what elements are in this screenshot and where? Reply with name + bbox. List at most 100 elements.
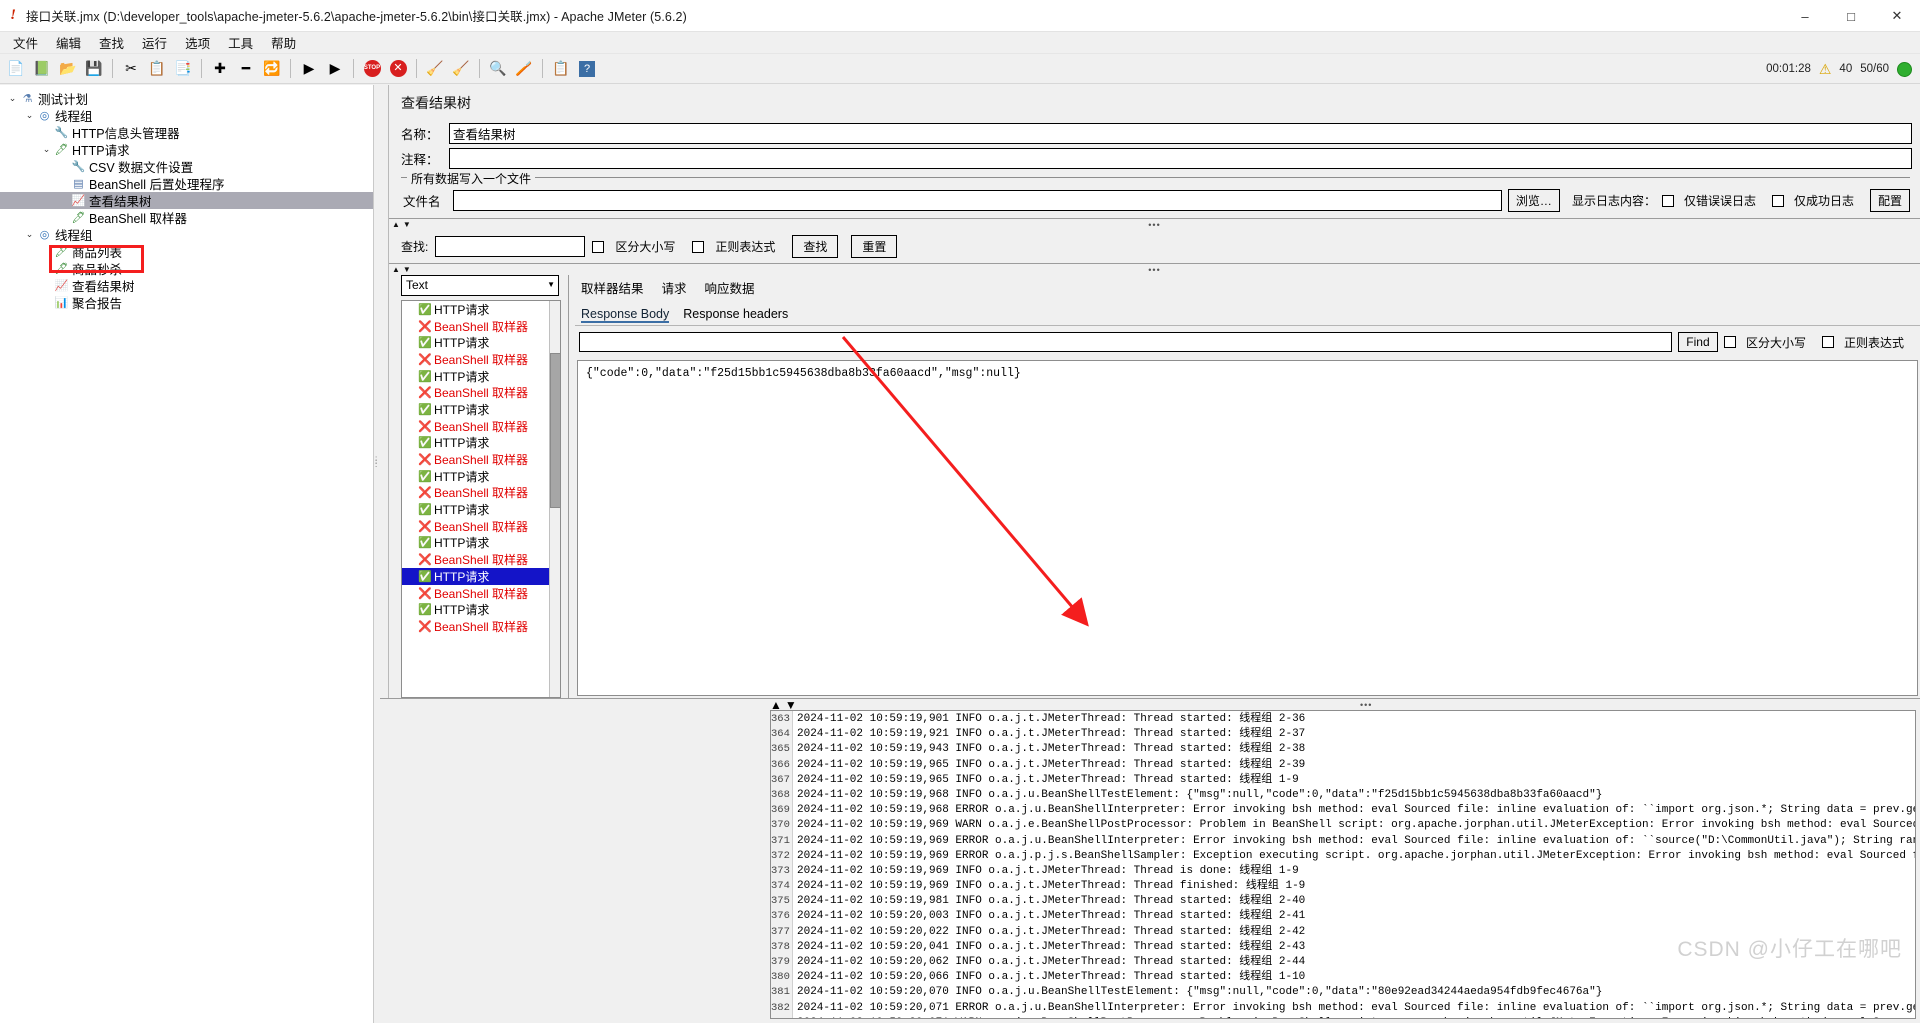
tree-node-2[interactable]: 🔧 HTTP信息头管理器 <box>0 124 373 141</box>
templates-icon[interactable]: 📗 <box>30 57 54 81</box>
sampler-row[interactable]: ❌ BeanShell 取样器 <box>402 451 560 468</box>
response-sub-tabs[interactable]: Response Body Response headers <box>575 301 1920 326</box>
log-output[interactable]: 363 364 365 366 367 368 369 370 371 372 373 374 375 3… <box>770 710 1916 1019</box>
tree-twisty-icon[interactable]: ⌄ <box>23 229 36 240</box>
tree-twisty-icon[interactable]: ⌄ <box>6 93 19 104</box>
search-reset-button[interactable]: 重置 <box>851 235 898 258</box>
sampler-row[interactable]: ❌ BeanShell 取样器 <box>402 585 560 602</box>
sampler-results-list[interactable]: ✅ HTTP请求 ❌ BeanShell 取样器 ✅ HTTP请求 ❌ BeanShell 取… <box>401 300 561 698</box>
function-helper-icon[interactable]: 📋 <box>549 57 573 81</box>
tree-node-11[interactable]: 📈 查看结果树 <box>0 277 373 294</box>
help-icon[interactable]: ? <box>575 57 599 81</box>
tree-node-4[interactable]: 🔧 CSV 数据文件设置 <box>0 158 373 175</box>
success-only-checkbox[interactable] <box>1771 194 1784 207</box>
configure-button[interactable]: 配置 <box>1869 189 1910 212</box>
search-case-checkbox[interactable] <box>592 240 605 253</box>
menu-item-3[interactable]: 运行 <box>133 31 176 54</box>
tree-node-9[interactable]: 🖊 商品列表 <box>0 243 373 260</box>
renderer-select-wrap[interactable]: Text ▼ <box>401 275 559 296</box>
tree-node-3[interactable]: ⌄ 🖊 HTTP请求 <box>0 141 373 158</box>
sampler-row[interactable]: ❌ BeanShell 取样器 <box>402 618 560 635</box>
name-input[interactable] <box>449 123 1912 144</box>
response-body-text[interactable]: {"code":0,"data":"f25d15bb1c5945638dba8b… <box>577 360 1918 696</box>
sampler-row[interactable]: ❌ BeanShell 取样器 <box>402 518 560 535</box>
tree-node-6[interactable]: 📈 查看结果树 <box>0 192 373 209</box>
shutdown-icon[interactable]: ✕ <box>386 57 410 81</box>
open-icon[interactable]: 📂 <box>56 57 80 81</box>
sampler-row[interactable]: ❌ BeanShell 取样器 <box>402 351 560 368</box>
filename-input[interactable] <box>453 190 1502 211</box>
save-icon[interactable]: 💾 <box>82 57 106 81</box>
maximize-button[interactable]: □ <box>1828 0 1874 32</box>
toggle-icon[interactable]: 🔁 <box>260 57 284 81</box>
tree-node-12[interactable]: 📊 聚合报告 <box>0 294 373 311</box>
drag-dots[interactable]: ••• <box>1148 220 1160 230</box>
menu-item-4[interactable]: 选项 <box>176 31 219 54</box>
menu-item-1[interactable]: 编辑 <box>47 31 90 54</box>
tree-node-10[interactable]: 🖊 商品秒杀 <box>0 260 373 277</box>
sampler-row[interactable]: ❌ BeanShell 取样器 <box>402 485 560 502</box>
sampler-row[interactable]: ❌ BeanShell 取样器 <box>402 418 560 435</box>
sampler-row[interactable]: ✅ HTTP请求 <box>402 535 560 552</box>
search-find-button[interactable]: 查找 <box>792 235 839 258</box>
expand-icon[interactable]: ✚ <box>208 57 232 81</box>
sampler-row[interactable]: ✅ HTTP请求 <box>402 334 560 351</box>
copy-icon[interactable]: 📋 <box>145 57 169 81</box>
test-plan-tree[interactable]: ⌄ ⚗ 测试计划 ⌄ ◎ 线程组 🔧 HTTP信息头管理器 ⌄ 🖊 HTTP请求 🔧 CSV 数据文件设… <box>0 85 374 1023</box>
response-find-button[interactable]: Find <box>1677 332 1718 352</box>
response-case-checkbox[interactable] <box>1723 336 1736 348</box>
tree-node-7[interactable]: 🖊 BeanShell 取样器 <box>0 209 373 226</box>
start-icon[interactable]: ▶ <box>297 57 321 81</box>
sampler-row[interactable]: ✅ HTTP请求 <box>402 501 560 518</box>
result-tabs[interactable]: 取样器结果 请求 响应数据 <box>575 275 1920 301</box>
collapse-up-icon[interactable]: ▲ <box>392 220 400 229</box>
sampler-row[interactable]: ❌ BeanShell 取样器 <box>402 384 560 401</box>
sampler-row[interactable]: ❌ BeanShell 取样器 <box>402 551 560 568</box>
search-collapse-bar[interactable]: ▲ ▼ ••• <box>389 218 1920 230</box>
sampler-list-scrollbar[interactable] <box>549 301 560 697</box>
menu-item-0[interactable]: 文件 <box>4 31 47 54</box>
results-collapse-down-icon[interactable]: ▼ <box>403 265 411 274</box>
search-input[interactable] <box>435 236 586 257</box>
sampler-row[interactable]: ❌ BeanShell 取样器 <box>402 318 560 335</box>
clear-all-icon[interactable]: 🧹 <box>449 57 473 81</box>
tree-node-8[interactable]: ⌄ ◎ 线程组 <box>0 226 373 243</box>
reset-search-icon[interactable]: 🪥 <box>512 57 536 81</box>
paste-icon[interactable]: 📑 <box>171 57 195 81</box>
minimize-button[interactable]: – <box>1782 0 1828 32</box>
search-icon[interactable]: 🔍 <box>486 57 510 81</box>
results-drag-dots[interactable]: ••• <box>1148 265 1160 275</box>
sampler-row[interactable]: ✅ HTTP请求 <box>402 435 560 452</box>
tree-twisty-icon[interactable]: ⌄ <box>23 110 36 121</box>
chevron-down-icon[interactable]: ▼ <box>547 280 555 289</box>
response-regex-checkbox[interactable] <box>1821 336 1834 348</box>
tree-node-1[interactable]: ⌄ ◎ 线程组 <box>0 107 373 124</box>
tree-list[interactable]: ⌄ ⚗ 测试计划 ⌄ ◎ 线程组 🔧 HTTP信息头管理器 ⌄ 🖊 HTTP请求 🔧 CSV 数据文件设… <box>0 85 373 311</box>
clear-icon[interactable]: 🧹 <box>423 57 447 81</box>
log-collapse-bar[interactable]: ▲ ▼ ••• <box>380 698 1920 712</box>
response-sub-tab-response-body[interactable]: Response Body <box>581 307 670 323</box>
sampler-row[interactable]: ✅ HTTP请求 <box>402 368 560 385</box>
result-tab-取样器结果[interactable]: 取样器结果 <box>579 277 646 298</box>
tree-twisty-icon[interactable]: ⌄ <box>40 144 53 155</box>
errors-only-checkbox[interactable] <box>1661 194 1674 207</box>
tree-node-5[interactable]: ▤ BeanShell 后置处理程序 <box>0 175 373 192</box>
close-button[interactable]: ✕ <box>1874 0 1920 32</box>
sampler-row[interactable]: ✅ HTTP请求 <box>402 468 560 485</box>
start-no-pauses-icon[interactable]: ▶ <box>323 57 347 81</box>
response-find-input[interactable] <box>579 332 1672 352</box>
warning-icon[interactable]: ⚠ <box>1819 61 1832 78</box>
sampler-row[interactable]: ✅ HTTP请求 <box>402 301 560 318</box>
results-collapse-up-icon[interactable]: ▲ <box>392 265 400 274</box>
cut-icon[interactable]: ✂ <box>119 57 143 81</box>
menu-item-5[interactable]: 工具 <box>219 31 262 54</box>
browse-button[interactable]: 浏览… <box>1507 189 1560 212</box>
results-collapse-bar[interactable]: ▲ ▼ ••• <box>389 263 1920 275</box>
result-tab-响应数据[interactable]: 响应数据 <box>703 277 757 298</box>
result-tab-请求[interactable]: 请求 <box>660 277 689 298</box>
renderer-select[interactable]: Text ▼ <box>401 275 559 296</box>
vertical-splitter[interactable]: ::: <box>374 85 380 1023</box>
stop-icon[interactable]: STOP <box>360 57 384 81</box>
sampler-list-scroll-thumb[interactable] <box>550 353 560 508</box>
log-drag-dots[interactable]: ••• <box>1360 700 1372 710</box>
